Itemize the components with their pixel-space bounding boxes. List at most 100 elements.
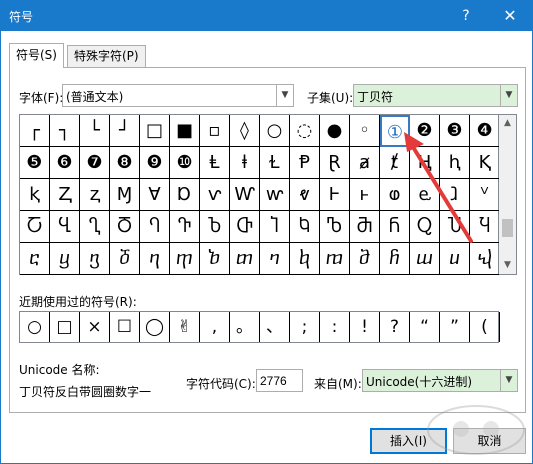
symbol-cell[interactable]: ⱨ [440, 147, 470, 179]
symbol-cell[interactable]: ⱱ [200, 179, 230, 211]
symbol-cell[interactable]: ⱪ [20, 179, 50, 211]
symbol-cell[interactable]: ⱸ [410, 179, 440, 211]
recent-symbol-cell[interactable]: 、 [260, 312, 290, 342]
symbol-cell[interactable]: ⱷ [380, 179, 410, 211]
symbol-cell[interactable]: ❾ [140, 147, 170, 179]
recent-symbol-cell[interactable]: × [80, 312, 110, 342]
symbol-cell[interactable]: ⱹ [440, 179, 470, 211]
symbol-cell[interactable]: ⴉ [290, 243, 320, 275]
symbol-cell[interactable]: ⴃ [110, 243, 140, 275]
symbol-cell[interactable]: ⴊ [320, 243, 350, 275]
close-button[interactable]: ✕ [489, 1, 531, 31]
from-select[interactable]: Unicode(十六进制) ▼ [362, 369, 518, 392]
symbol-cell[interactable]: ⴅ [170, 243, 200, 275]
symbol-cell[interactable]: Ⴊ [320, 211, 350, 243]
symbol-cell[interactable]: Ⴈ [260, 211, 290, 243]
symbol-cell[interactable]: ⱴ [290, 179, 320, 211]
symbol-cell[interactable]: ⱥ [350, 147, 380, 179]
symbol-cell[interactable]: ⴄ [140, 243, 170, 275]
symbol-cell[interactable]: ❼ [80, 147, 110, 179]
symbol-cell[interactable]: Ⱳ [230, 179, 260, 211]
symbol-cell[interactable]: Ɱ [110, 179, 140, 211]
char-code-input[interactable] [256, 369, 303, 392]
symbol-cell[interactable]: Ⴁ [50, 211, 80, 243]
symbol-cell[interactable]: ❻ [50, 147, 80, 179]
tab-symbols[interactable]: 符号(S) [9, 43, 64, 68]
symbol-cell[interactable]: ▫ [200, 115, 230, 147]
symbol-cell[interactable]: Ⴀ [20, 211, 50, 243]
recent-symbol-cell[interactable]: , [200, 312, 230, 342]
symbol-cell[interactable]: ┌ [20, 115, 50, 147]
symbol-cell[interactable]: ⱽ [470, 179, 500, 211]
symbol-cell[interactable]: ⱶ [350, 179, 380, 211]
symbol-cell[interactable]: Ⱪ [470, 147, 500, 179]
recent-symbol-cell[interactable]: ◯ [140, 312, 170, 342]
symbol-cell[interactable]: □ [140, 115, 170, 147]
symbol-cell[interactable]: Ⱬ [50, 179, 80, 211]
symbol-cell[interactable]: ⴋ [350, 243, 380, 275]
symbol-cell[interactable]: Ɐ [140, 179, 170, 211]
symbol-cell[interactable]: Ⴄ [140, 211, 170, 243]
symbol-cell[interactable]: ⴁ [50, 243, 80, 275]
recent-symbol-cell[interactable]: ; [290, 312, 320, 342]
scroll-thumb[interactable] [502, 219, 513, 237]
symbol-cell[interactable]: ❷ [410, 115, 440, 147]
symbol-cell[interactable]: ┘ [110, 115, 140, 147]
recent-symbol-cell[interactable]: ☐ [110, 312, 140, 342]
symbol-cell[interactable]: ┐ [50, 115, 80, 147]
symbol-cell[interactable]: ❿ [170, 147, 200, 179]
symbol-cell[interactable]: Ⴃ [110, 211, 140, 243]
symbol-cell[interactable]: Ⱨ [410, 147, 440, 179]
symbol-cell[interactable]: Ⴋ [350, 211, 380, 243]
symbol-cell[interactable]: Ᵽ [290, 147, 320, 179]
help-button[interactable]: ? [448, 1, 484, 31]
symbol-cell[interactable]: ⴂ [80, 243, 110, 275]
recent-symbol-cell[interactable]: ? [380, 312, 410, 342]
symbol-cell[interactable]: ⴏ [470, 243, 500, 275]
symbol-cell[interactable]: ① [380, 115, 410, 147]
symbol-cell[interactable]: Ⴂ [80, 211, 110, 243]
symbol-cell[interactable]: ❸ [440, 115, 470, 147]
symbol-cell[interactable]: ⱬ [80, 179, 110, 211]
symbol-cell[interactable]: ⴌ [380, 243, 410, 275]
font-select[interactable]: (普通文本) ▼ [62, 84, 294, 107]
symbol-cell[interactable]: Ⴎ [440, 211, 470, 243]
symbol-cell[interactable]: Ⴌ [380, 211, 410, 243]
recent-symbol-cell[interactable]: ! [350, 312, 380, 342]
recent-symbol-cell[interactable]: ○ [20, 312, 50, 342]
symbol-cell[interactable]: ⴈ [260, 243, 290, 275]
symbol-cell[interactable]: Ⴍ [410, 211, 440, 243]
symbol-cell[interactable]: ⱦ [380, 147, 410, 179]
recent-symbol-cell[interactable]: ✌ [170, 312, 200, 342]
symbol-cell[interactable]: Ⱶ [320, 179, 350, 211]
symbol-cell[interactable]: Ɫ [260, 147, 290, 179]
symbol-cell[interactable]: ● [320, 115, 350, 147]
symbol-cell[interactable]: Ⴆ [200, 211, 230, 243]
recent-symbol-cell[interactable]: □ [50, 312, 80, 342]
symbol-cell[interactable]: ⱡ [230, 147, 260, 179]
scroll-up-icon[interactable]: ▲ [499, 115, 516, 132]
symbol-cell[interactable]: ❺ [20, 147, 50, 179]
symbol-cell[interactable]: └ [80, 115, 110, 147]
symbol-cell[interactable]: ◦ [350, 115, 380, 147]
symbol-grid-scrollbar[interactable]: ▲ ▼ [499, 114, 517, 275]
symbol-cell[interactable]: Ɒ [170, 179, 200, 211]
symbol-cell[interactable]: ⴎ [440, 243, 470, 275]
symbol-cell[interactable]: ⴍ [410, 243, 440, 275]
symbol-cell[interactable]: ■ [170, 115, 200, 147]
scroll-down-icon[interactable]: ▼ [499, 257, 516, 274]
symbol-cell[interactable]: Ⴅ [170, 211, 200, 243]
recent-symbol-cell[interactable]: 。 [230, 312, 260, 342]
symbol-cell[interactable]: Ⴏ [470, 211, 500, 243]
symbol-cell[interactable]: ⴆ [200, 243, 230, 275]
symbol-cell[interactable]: ❹ [470, 115, 500, 147]
recent-symbol-cell[interactable]: ( [470, 312, 500, 342]
recent-symbol-cell[interactable]: “ [410, 312, 440, 342]
symbol-cell[interactable]: ⱳ [260, 179, 290, 211]
symbol-cell[interactable]: ◊ [230, 115, 260, 147]
symbol-cell[interactable]: Ⱡ [200, 147, 230, 179]
symbol-cell[interactable]: ⴀ [20, 243, 50, 275]
symbol-cell[interactable]: ⴇ [230, 243, 260, 275]
symbol-cell[interactable]: Ⴉ [290, 211, 320, 243]
symbol-cell[interactable]: Ⴇ [230, 211, 260, 243]
